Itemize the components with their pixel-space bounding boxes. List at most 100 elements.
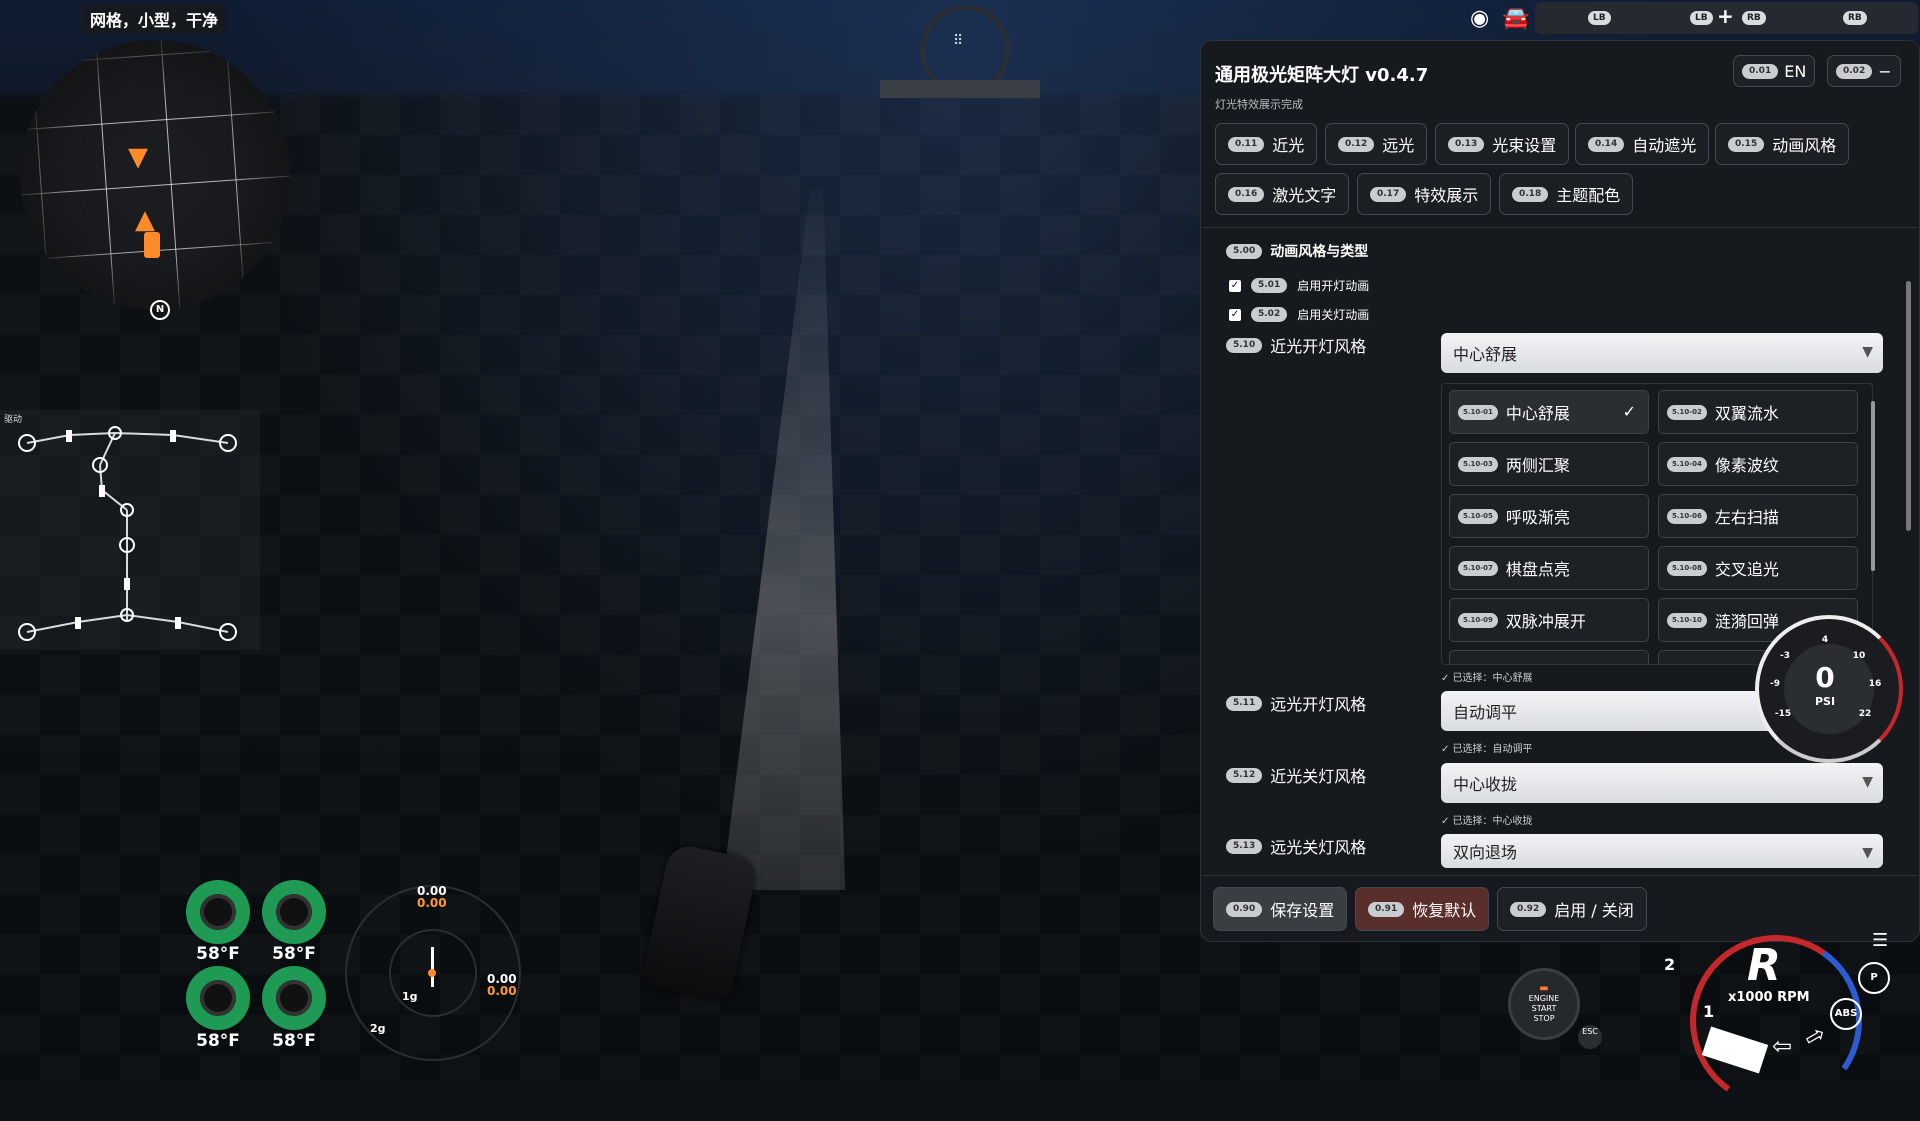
tacho-mark: 1 <box>1703 1002 1715 1021</box>
divider <box>1202 227 1918 228</box>
selection-note: ✓ 已选择：中心收拢 <box>1441 816 1533 827</box>
tab-low-beam[interactable]: 0.11 近光 <box>1215 123 1318 165</box>
psi-tick: 22 <box>1858 709 1872 719</box>
tab-laser-text[interactable]: 0.16 激光文字 <box>1215 173 1350 215</box>
key-hint: 0.13 <box>1448 136 1485 152</box>
language-label: EN <box>1784 61 1807 81</box>
parking-brake-icon: P <box>1858 962 1890 994</box>
list-item-partial[interactable] <box>1449 650 1649 664</box>
enable-toggle-button[interactable]: 0.92 启用 / 关闭 <box>1497 887 1647 931</box>
list-scrollbar[interactable] <box>1871 401 1875 571</box>
rpm-label: x1000 RPM <box>1728 990 1810 1005</box>
save-settings-button[interactable]: 0.90 保存设置 <box>1213 887 1348 931</box>
rb-hint: RB <box>1843 11 1867 25</box>
list-item-label: 涟漪回弹 <box>1714 612 1779 631</box>
headlight-icon: ☰ <box>1872 930 1889 951</box>
check-label: 启用关灯动画 <box>1297 308 1370 322</box>
list-item[interactable]: 5.10-09 双脉冲展开 <box>1449 598 1649 642</box>
list-item[interactable]: 5.10-04 像素波纹 <box>1658 442 1858 486</box>
chevron-down-icon: ▼ <box>1862 344 1873 360</box>
list-item[interactable]: 5.10-08 交叉追光 <box>1658 546 1858 590</box>
list-item[interactable]: 5.10-06 左右扫描 <box>1658 494 1858 538</box>
key-hint: 0.92 <box>1510 901 1547 917</box>
enable-off-animation-row[interactable]: ✓ 5.02 启用关灯动画 <box>1229 306 1369 323</box>
option-label: 远光开灯风格 <box>1270 695 1367 714</box>
car-icon[interactable]: 🚘 <box>1502 6 1529 31</box>
panel-title: 通用极光矩阵大灯 v0.4.7 <box>1215 65 1429 86</box>
car-marker-icon <box>144 232 160 258</box>
enable-on-animation-checkbox[interactable]: ✓ <box>1229 279 1241 292</box>
lb-hint-combo: LB <box>1690 11 1713 25</box>
esc-icon: ESC <box>1578 1025 1602 1049</box>
list-item-label: 交叉追光 <box>1714 560 1779 579</box>
enable-off-animation-checkbox[interactable]: ✓ <box>1229 308 1241 321</box>
low-beam-off-style-label: 5.12 近光关灯风格 <box>1226 763 1366 787</box>
button-label: 保存设置 <box>1270 901 1335 920</box>
high-beam-off-style-label: 5.13 远光关灯风格 <box>1226 834 1366 858</box>
psi-tick: -15 <box>1774 709 1792 719</box>
tab-effects-demo[interactable]: 0.17 特效展示 <box>1357 173 1492 215</box>
tire-temp-fl: 58°F <box>196 944 240 964</box>
tab-label: 动画风格 <box>1772 136 1837 155</box>
list-item[interactable]: 5.10-03 两侧汇聚 <box>1449 442 1649 486</box>
key-hint: 0.11 <box>1228 136 1265 152</box>
low-beam-on-style-select[interactable]: 中心舒展 ▼ <box>1441 333 1883 373</box>
tab-animation-style[interactable]: 0.15 动画风格 <box>1715 123 1850 165</box>
tab-label: 近光 <box>1272 136 1305 155</box>
key-hint: 0.15 <box>1728 136 1765 152</box>
psi-tick: 16 <box>1868 679 1882 689</box>
language-button[interactable]: 0.01 EN <box>1733 55 1816 87</box>
list-item-label: 棋盘点亮 <box>1505 560 1570 579</box>
g-force-dot <box>428 969 436 977</box>
list-item[interactable]: 5.10-02 双翼流水 <box>1658 390 1858 434</box>
eye-icon[interactable]: ◉ <box>1470 6 1489 31</box>
plus-icon: + <box>1717 4 1734 28</box>
enable-on-animation-row[interactable]: ✓ 5.01 启用开灯动画 <box>1229 277 1369 294</box>
list-item-label: 左右扫描 <box>1714 508 1779 527</box>
list-item-label: 双翼流水 <box>1714 404 1779 423</box>
selection-note: ✓ 已选择：中心舒展 <box>1441 673 1533 684</box>
drag-handle-icon[interactable]: ⠿ <box>953 33 963 49</box>
key-hint: 5.10-06 <box>1667 508 1707 524</box>
tab-beam-settings[interactable]: 0.13 光束设置 <box>1435 123 1570 165</box>
restore-defaults-button[interactable]: 0.91 恢复默认 <box>1355 887 1490 931</box>
abs-icon: ABS <box>1830 998 1862 1030</box>
boost-pressure-gauge: 0 PSI -3 4 10 -9 16 -15 22 <box>1755 615 1903 763</box>
key-hint: 5.00 <box>1226 243 1263 259</box>
option-label: 近光开灯风格 <box>1270 337 1367 356</box>
key-hint: 5.01 <box>1251 278 1288 293</box>
key-hint: 0.14 <box>1588 136 1625 152</box>
list-item-label: 两侧汇聚 <box>1505 456 1570 475</box>
minimize-button[interactable]: 0.02 − <box>1827 55 1901 87</box>
high-beam-off-style-select[interactable]: 双向退场 ▼ <box>1441 834 1883 868</box>
tab-high-beam[interactable]: 0.12 远光 <box>1325 123 1428 165</box>
key-hint: 0.17 <box>1370 186 1407 202</box>
list-item-label: 呼吸渐亮 <box>1505 508 1570 527</box>
settings-panel: 通用极光矩阵大灯 v0.4.7 灯光特效展示完成 0.01 EN 0.02 − … <box>1200 40 1920 942</box>
list-item[interactable]: 5.10-07 棋盘点亮 <box>1449 546 1649 590</box>
key-hint: 5.12 <box>1226 767 1263 783</box>
chevron-down-icon: ▼ <box>1862 845 1873 861</box>
select-value: 双向退场 <box>1453 843 1518 862</box>
tire-temp-fr: 58°F <box>272 944 316 964</box>
key-hint: 0.01 <box>1742 63 1779 79</box>
low-beam-on-style-label: 5.10 近光开灯风格 <box>1226 333 1366 357</box>
gear-indicator: R <box>1747 940 1781 991</box>
turn-left-icon: ⇦ <box>1772 1032 1793 1060</box>
tab-label: 光束设置 <box>1492 136 1557 155</box>
tab-auto-shading[interactable]: 0.14 自动遮光 <box>1575 123 1710 165</box>
psi-tick: -3 <box>1780 651 1790 661</box>
g-top-value-alt: 0.00 <box>417 896 447 910</box>
tab-label: 远光 <box>1382 136 1415 155</box>
list-item[interactable]: 5.10-05 呼吸渐亮 <box>1449 494 1649 538</box>
key-hint: 5.10-04 <box>1667 456 1707 472</box>
tire-front-left <box>186 880 250 944</box>
g-force-needle <box>431 947 434 987</box>
low-beam-off-style-select[interactable]: 中心收拢 ▼ <box>1441 763 1883 803</box>
select-value: 中心收拢 <box>1453 775 1518 794</box>
selection-note: ✓ 已选择：自动调平 <box>1441 744 1533 755</box>
engine-start-stop-button[interactable]: ▬ ENGINE START STOP <box>1508 968 1580 1040</box>
panel-scrollbar[interactable] <box>1906 281 1911 531</box>
tab-theme-colors[interactable]: 0.18 主题配色 <box>1499 173 1634 215</box>
list-item[interactable]: 5.10-01 中心舒展 ✓ <box>1449 390 1649 434</box>
